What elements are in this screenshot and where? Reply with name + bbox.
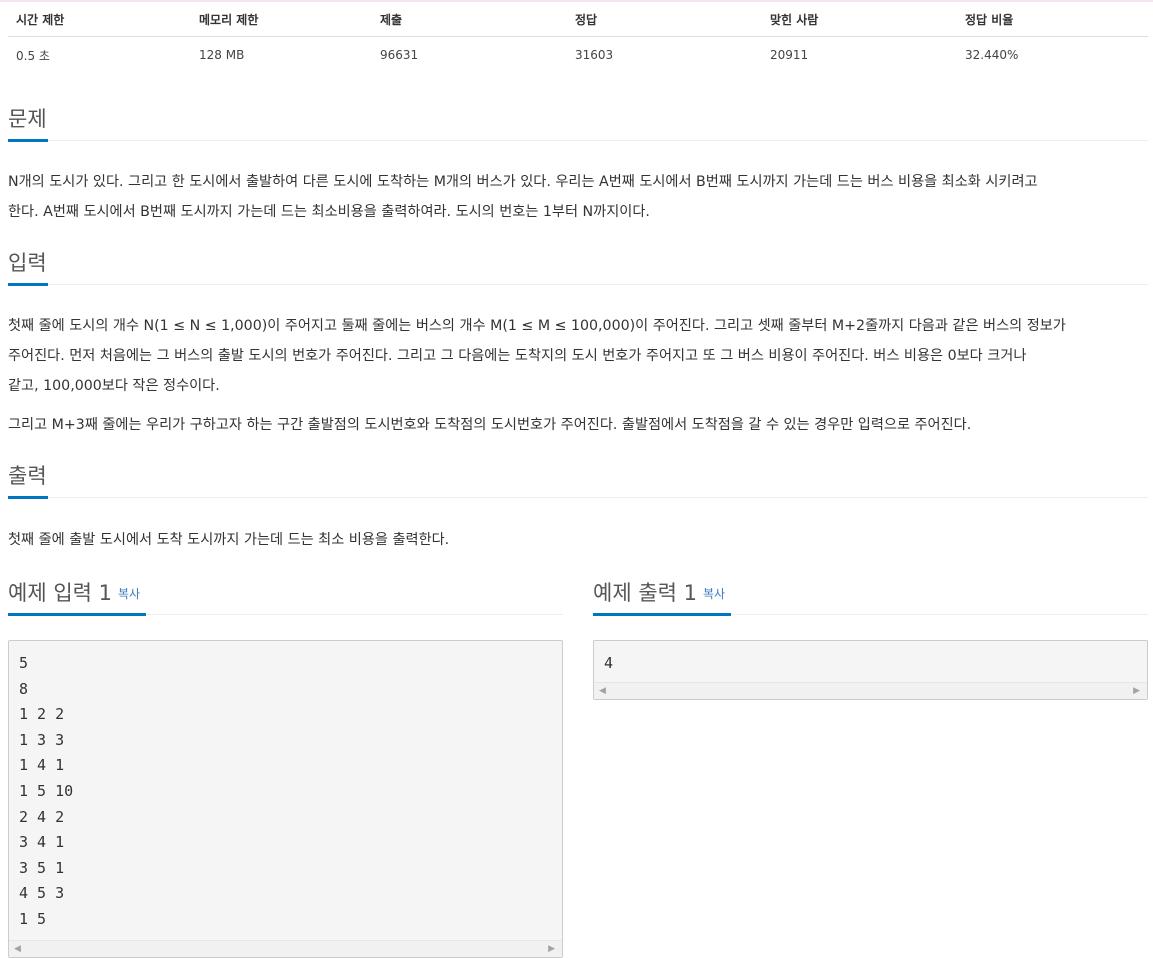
input-description-line: 주어진다. 먼저 처음에는 그 버스의 출발 도시의 번호가 주어진다. 그리고…: [8, 348, 1027, 364]
sample-output-box[interactable]: 4 ◀ ▶: [593, 640, 1148, 700]
section-underline: [8, 496, 48, 499]
sample-output-scrollbar[interactable]: ◀ ▶: [594, 682, 1147, 699]
stats-header-solvers: 맞힌 사람: [770, 12, 819, 27]
input-section-header: 입력: [8, 248, 1148, 286]
stats-submissions: 96631: [380, 48, 419, 62]
output-description: 첫째 줄에 출발 도시에서 도착 도시까지 가는데 드는 최소 비용을 출력한다…: [8, 532, 450, 548]
problem-section-header: 문제: [8, 104, 1148, 142]
input-description-line: 같고, 100,000보다 작은 정수이다.: [8, 378, 220, 394]
stats-header-row: 시간 제한 메모리 제한 제출 정답 맞힌 사람 정답 비율: [8, 2, 1148, 37]
copy-sample-output-button[interactable]: 복사: [703, 587, 725, 601]
section-underline: [8, 139, 48, 142]
problem-description-line: N개의 도시가 있다. 그리고 한 도시에서 출발하여 다른 도시에 도착하는 …: [8, 174, 1038, 190]
stats-time-limit: 0.5 초: [16, 48, 50, 63]
sample-input-box[interactable]: 5 8 1 2 2 1 3 3 1 4 1 1 5 10 2 4 2 3 4 1…: [8, 640, 563, 958]
input-section-title: 입력: [8, 251, 47, 275]
scroll-left-arrow-icon[interactable]: ◀: [599, 685, 606, 697]
output-section-header: 출력: [8, 461, 1148, 499]
output-section-title: 출력: [8, 464, 47, 488]
section-underline: [8, 283, 48, 286]
problem-stats-table: 시간 제한 메모리 제한 제출 정답 맞힌 사람 정답 비율 0.5 초 128…: [8, 2, 1148, 73]
stats-header-time-limit: 시간 제한: [16, 12, 65, 27]
sample-input-title: 예제 입력 1: [8, 581, 112, 605]
stats-header-memory-limit: 메모리 제한: [199, 12, 259, 27]
scroll-left-arrow-icon[interactable]: ◀: [14, 943, 21, 955]
scroll-right-arrow-icon[interactable]: ▶: [1133, 685, 1140, 697]
stats-header-accepted: 정답: [575, 12, 598, 27]
stats-memory-limit: 128 MB: [199, 48, 245, 62]
stats-ratio: 32.440%: [965, 48, 1019, 62]
problem-description: N개의 도시가 있다. 그리고 한 도시에서 출발하여 다른 도시에 도착하는 …: [8, 167, 1150, 227]
scroll-right-arrow-icon[interactable]: ▶: [548, 943, 555, 955]
sample-input-content: 5 8 1 2 2 1 3 3 1 4 1 1 5 10 2 4 2 3 4 1…: [19, 654, 74, 928]
problem-section-title: 문제: [8, 107, 47, 131]
sample-input-header: 예제 입력 1 복사: [8, 578, 563, 616]
sample-input-title-wrap: 예제 입력 1 복사: [8, 578, 140, 609]
stats-header-submissions: 제출: [380, 12, 403, 27]
sample-output-header: 예제 출력 1 복사: [593, 578, 1148, 616]
problem-description-line: 한다. A번째 도시에서 B번째 도시까지 가는데 드는 최소비용을 출력하여라…: [8, 204, 650, 220]
sample-output-title: 예제 출력 1: [593, 581, 697, 605]
stats-solvers: 20911: [770, 48, 809, 62]
sample-output-title-wrap: 예제 출력 1 복사: [593, 578, 725, 609]
copy-sample-input-button[interactable]: 복사: [118, 587, 140, 601]
input-description-second: 그리고 M+3째 줄에는 우리가 구하고자 하는 구간 출발점의 도시번호와 도…: [8, 417, 972, 433]
input-description: 첫째 줄에 도시의 개수 N(1 ≤ N ≤ 1,000)이 주어지고 둘째 줄…: [8, 311, 1150, 401]
stats-value-row: 0.5 초 128 MB 96631 31603 20911 32.440%: [8, 37, 1148, 73]
sample-input-scrollbar[interactable]: ◀ ▶: [9, 940, 562, 957]
section-underline: [593, 613, 731, 616]
input-description-line: 첫째 줄에 도시의 개수 N(1 ≤ N ≤ 1,000)이 주어지고 둘째 줄…: [8, 318, 1066, 334]
stats-accepted: 31603: [575, 48, 614, 62]
stats-header-ratio: 정답 비율: [965, 12, 1014, 27]
sample-output-content: 4: [604, 654, 614, 672]
section-underline: [8, 613, 146, 616]
